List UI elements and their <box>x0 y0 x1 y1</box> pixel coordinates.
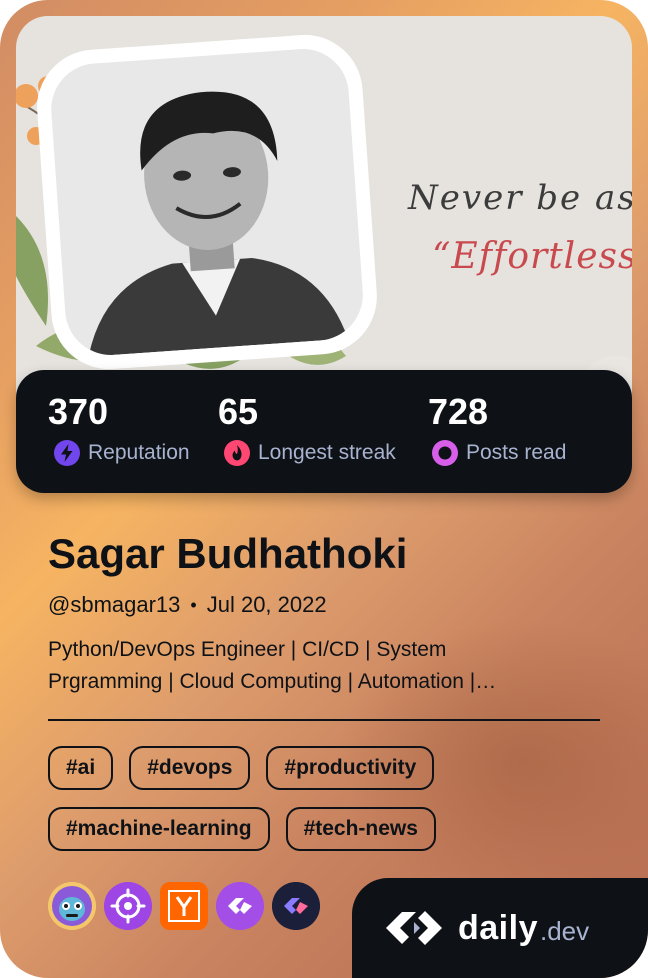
profile-name: Sagar Budhathoki <box>48 530 408 577</box>
tag-list: #ai #devops #productivity #machine-learn… <box>48 746 608 851</box>
cover-quote-line1: Never be asha <box>408 178 632 218</box>
robot-squad-icon <box>48 882 96 930</box>
squad-robot[interactable] <box>48 882 96 930</box>
tag-devops[interactable]: #devops <box>129 746 251 790</box>
squad-daily-dark[interactable] <box>272 882 320 930</box>
tag-productivity[interactable]: #productivity <box>266 746 435 790</box>
cover-quote-line2: “Effortlessne. <box>432 236 632 277</box>
separator-dot: • <box>190 594 197 615</box>
brand-daily-word: daily <box>458 908 538 947</box>
squad-crosshair[interactable] <box>104 882 152 930</box>
bio-line-1: Python/DevOps Engineer | CI/CD | System <box>48 638 447 661</box>
bio-line-2: Prgramming | Cloud Computing | Automatio… <box>48 670 497 693</box>
portrait-icon <box>48 45 366 359</box>
streak-value: 65 <box>218 391 259 432</box>
brand-dev-word: .dev <box>539 915 590 946</box>
tag-ai[interactable]: #ai <box>48 746 114 790</box>
squad-daily-purple[interactable] <box>216 882 264 930</box>
daily-purple-squad-icon <box>216 882 264 930</box>
joined-date: Jul 20, 2022 <box>206 592 327 617</box>
stat-longest-streak: 65 Longest streak <box>218 390 396 466</box>
lightning-icon <box>54 440 80 466</box>
cover-image: Never be asha “Effortlessne. <box>16 16 632 426</box>
posts-read-value: 728 <box>428 391 489 432</box>
crosshair-squad-icon <box>104 882 152 930</box>
squad-list <box>48 882 320 930</box>
eye-ring-icon <box>432 440 458 466</box>
streak-label: Longest streak <box>258 441 396 464</box>
daily-dev-icon <box>386 911 442 945</box>
reputation-label: Reputation <box>88 441 190 464</box>
posts-read-label: Posts read <box>466 441 567 464</box>
y-combinator-icon <box>160 882 208 930</box>
squad-y-combinator[interactable] <box>160 882 208 930</box>
stat-posts-read: 728 Posts read <box>428 390 566 466</box>
profile-bio: Python/DevOps Engineer | CI/CD | System … <box>48 634 588 698</box>
stats-bar: 370 Reputation 65 Longest streak 728 Pos… <box>16 370 632 493</box>
daily-dev-logo[interactable]: daily .dev <box>352 878 648 978</box>
reputation-value: 370 <box>48 391 109 432</box>
profile-card: Never be asha “Effortlessne. <box>0 0 648 978</box>
handle-row: @sbmagar13 • Jul 20, 2022 <box>48 592 327 618</box>
stat-reputation: 370 Reputation <box>48 390 190 466</box>
daily-dark-squad-icon <box>272 882 320 930</box>
avatar[interactable] <box>33 31 381 373</box>
tag-machine-learning[interactable]: #machine-learning <box>48 807 270 851</box>
flame-icon <box>224 440 250 466</box>
tag-tech-news[interactable]: #tech-news <box>285 807 436 851</box>
profile-handle[interactable]: @sbmagar13 <box>48 592 180 618</box>
avatar-photo <box>48 45 366 359</box>
divider <box>48 719 600 721</box>
